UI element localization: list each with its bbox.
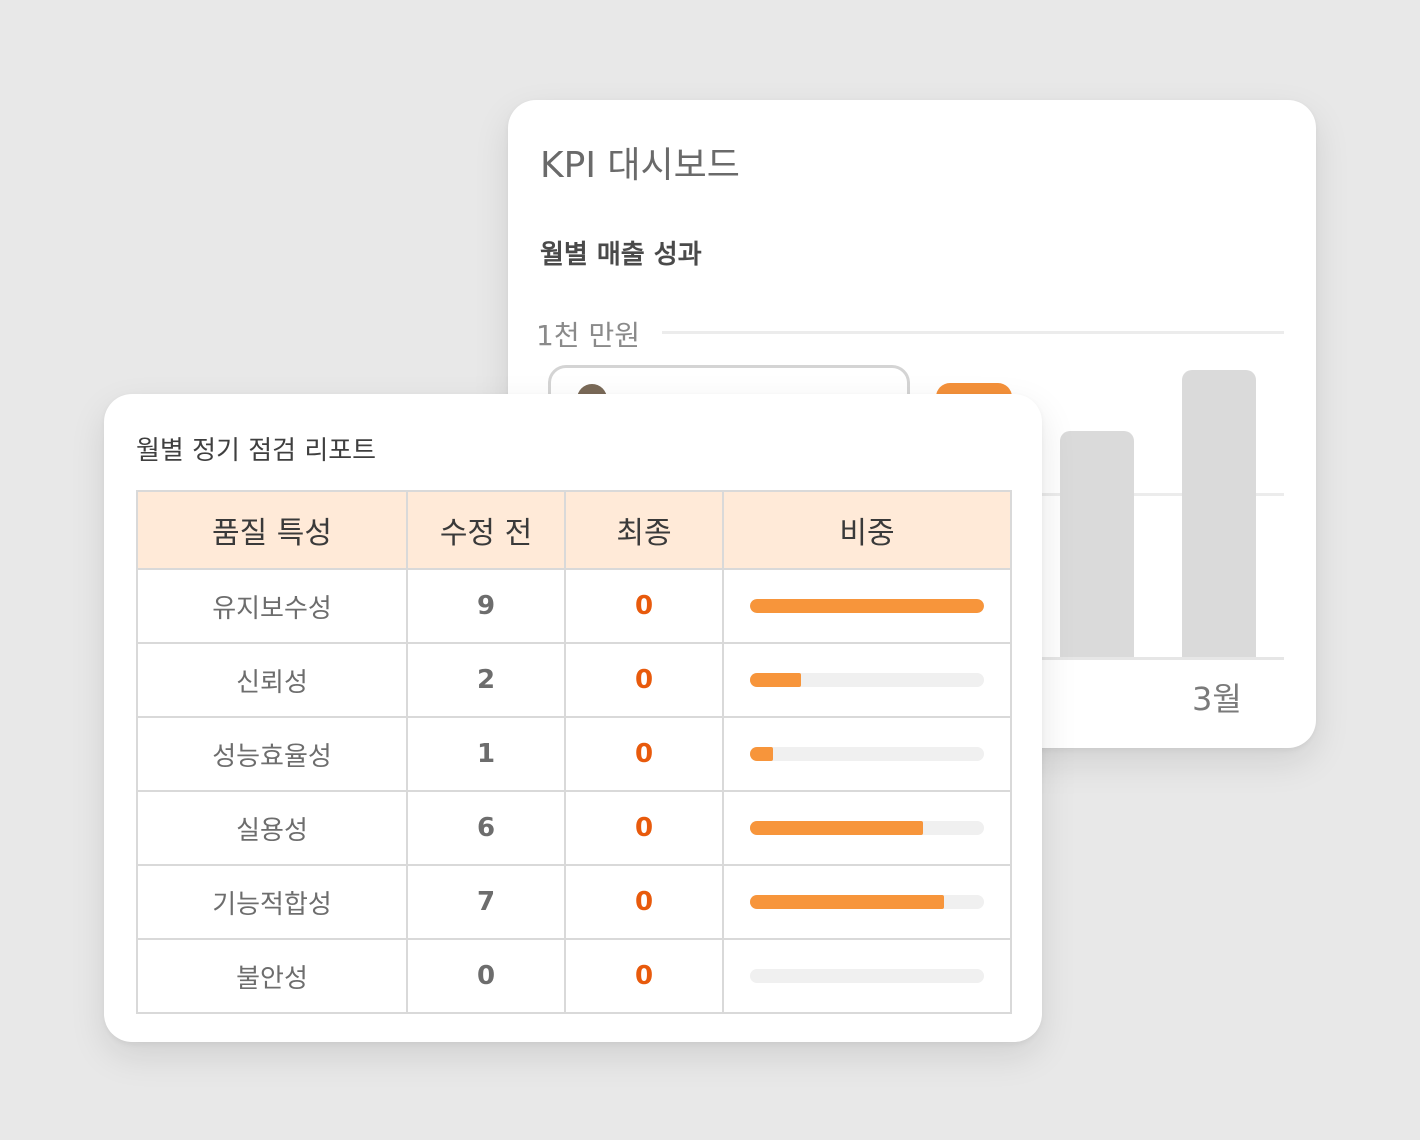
final-value: 0 [564, 568, 724, 644]
share-bar-fill [750, 747, 774, 761]
column-header-quality: 품질 특성 [136, 490, 408, 570]
final-value: 0 [564, 790, 724, 866]
column-header-share: 비중 [722, 490, 1012, 570]
quality-name: 유지보수성 [136, 568, 408, 644]
table-row: 신뢰성 2 0 [136, 642, 1012, 718]
share-cell [722, 938, 1012, 1014]
share-cell [722, 568, 1012, 644]
share-cell [722, 716, 1012, 792]
share-bar-fill [750, 895, 945, 909]
final-value: 0 [564, 938, 724, 1014]
column-header-before: 수정 전 [406, 490, 566, 570]
before-value: 9 [406, 568, 566, 644]
before-value: 0 [406, 938, 566, 1014]
before-value: 6 [406, 790, 566, 866]
kpi-title: KPI 대시보드 [540, 145, 740, 186]
report-card: 월별 정기 점검 리포트 품질 특성 수정 전 최종 비중 유지보수성 9 0 … [104, 394, 1042, 1042]
quality-name: 신뢰성 [136, 642, 408, 718]
final-value: 0 [564, 716, 724, 792]
share-cell [722, 642, 1012, 718]
chart-bar [1060, 431, 1134, 658]
share-bar [750, 599, 984, 613]
table-header-row: 품질 특성 수정 전 최종 비중 [136, 490, 1012, 570]
column-header-final: 최종 [564, 490, 724, 570]
share-bar [750, 673, 984, 687]
before-value: 7 [406, 864, 566, 940]
share-cell [722, 790, 1012, 866]
share-bar [750, 895, 984, 909]
report-title: 월별 정기 점검 리포트 [136, 436, 377, 466]
quality-name: 실용성 [136, 790, 408, 866]
final-value: 0 [564, 642, 724, 718]
table-row: 실용성 6 0 [136, 790, 1012, 866]
table-row: 성능효율성 1 0 [136, 716, 1012, 792]
share-bar-fill [750, 599, 984, 613]
quality-name: 불안성 [136, 938, 408, 1014]
share-bar-fill [750, 821, 924, 835]
table-row: 불안성 0 0 [136, 938, 1012, 1014]
month-label: 3월 [1192, 680, 1242, 718]
kpi-subtitle: 월별 매출 성과 [540, 240, 702, 270]
before-value: 1 [406, 716, 566, 792]
table-row: 기능적합성 7 0 [136, 864, 1012, 940]
final-value: 0 [564, 864, 724, 940]
unit-label: 1천 만원 [536, 319, 640, 352]
share-bar [750, 969, 984, 983]
share-bar [750, 747, 984, 761]
quality-name: 성능효율성 [136, 716, 408, 792]
share-cell [722, 864, 1012, 940]
report-table: 품질 특성 수정 전 최종 비중 유지보수성 9 0 신뢰성 2 0 성능효율성… [136, 490, 1012, 1014]
share-bar-fill [750, 673, 802, 687]
quality-name: 기능적합성 [136, 864, 408, 940]
before-value: 2 [406, 642, 566, 718]
table-row: 유지보수성 9 0 [136, 568, 1012, 644]
share-bar [750, 821, 984, 835]
chart-bar [1182, 370, 1256, 658]
chart-gridline [662, 331, 1284, 334]
